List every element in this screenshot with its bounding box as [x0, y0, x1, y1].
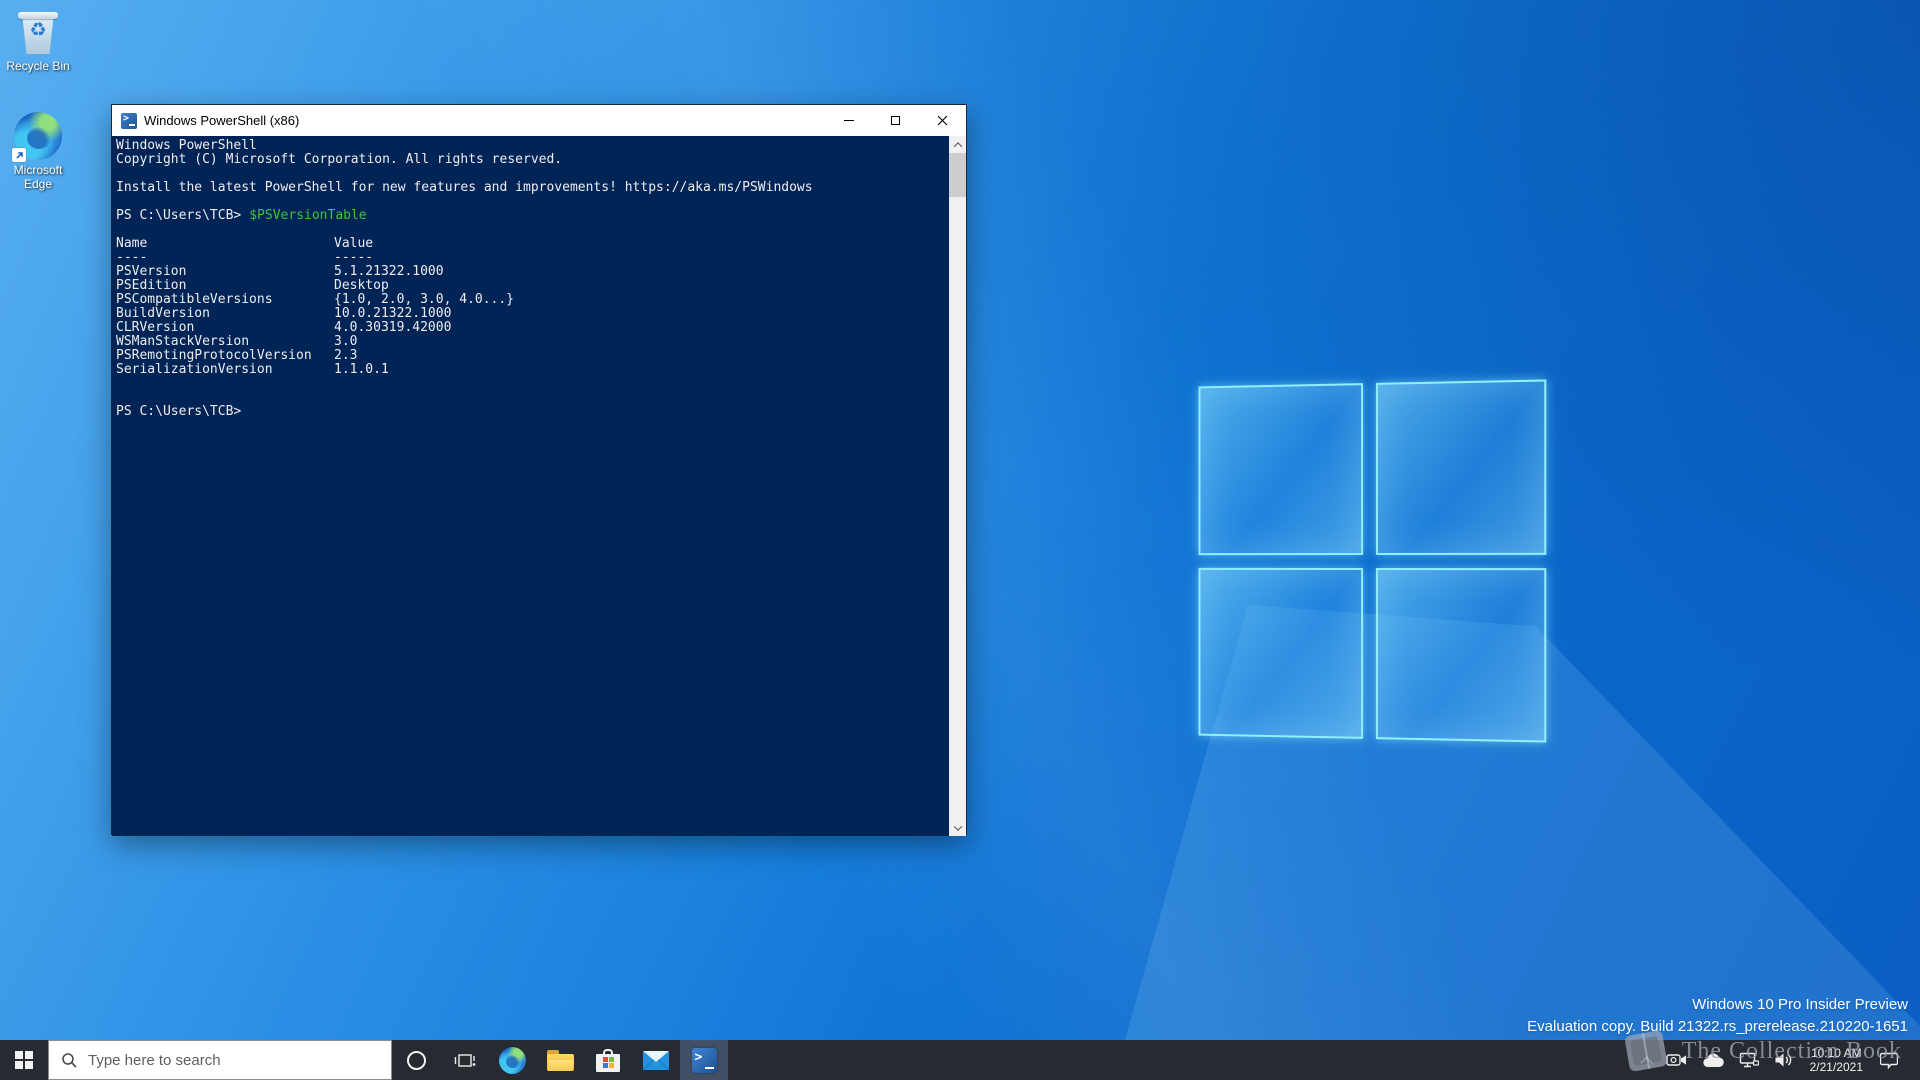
shortcut-arrow-icon	[12, 148, 26, 162]
table-row: PSEditionDesktop	[116, 279, 945, 293]
table-row: PSRemotingProtocolVersion2.3	[116, 349, 945, 363]
action-center-icon	[1880, 1052, 1898, 1069]
microsoft-store-icon	[596, 1049, 620, 1072]
scrollbar-thumb[interactable]	[949, 153, 966, 197]
console-line: Copyright (C) Microsoft Corporation. All…	[116, 153, 945, 167]
file-explorer-icon	[547, 1050, 574, 1071]
taskbar-powershell-button[interactable]: >	[680, 1040, 728, 1080]
chevron-up-icon	[1640, 1056, 1653, 1069]
recycle-bin-icon: ♻	[16, 8, 60, 56]
task-view-button[interactable]	[440, 1040, 488, 1080]
powershell-window: > Windows PowerShell (x86) Windows Power…	[111, 104, 967, 835]
console-prompt-line: PS C:\Users\TCB>	[116, 405, 945, 419]
onedrive-cloud-icon	[1702, 1053, 1724, 1068]
meet-now-button[interactable]	[1663, 1040, 1690, 1080]
windows-logo-pane	[1199, 567, 1363, 738]
search-input[interactable]	[88, 1052, 391, 1069]
taskbar-search[interactable]	[48, 1040, 392, 1080]
search-icon	[61, 1052, 78, 1069]
taskbar-store-button[interactable]	[584, 1040, 632, 1080]
windows-logo-pane	[1375, 379, 1546, 554]
ps-version-table-rows: PSVersion5.1.21322.1000PSEditionDesktopP…	[116, 265, 945, 377]
taskbar-clock[interactable]: 10:10 AM 2/21/2021	[1805, 1046, 1868, 1074]
start-button[interactable]	[0, 1040, 48, 1080]
insider-build-watermark: Windows 10 Pro Insider Preview Evaluatio…	[1527, 994, 1908, 1038]
prompt: PS C:\Users\TCB>	[116, 209, 241, 223]
minimize-button[interactable]	[825, 105, 872, 136]
meet-now-camera-icon	[1666, 1052, 1687, 1068]
clock-date: 2/21/2021	[1810, 1060, 1863, 1074]
watermark-line: Windows 10 Pro Insider Preview	[1527, 994, 1908, 1016]
scroll-down-icon[interactable]	[949, 820, 966, 835]
table-row: PSCompatibleVersions{1.0, 2.0, 3.0, 4.0.…	[116, 293, 945, 307]
table-row: CLRVersion4.0.30319.42000	[116, 321, 945, 335]
table-underline: ---------	[116, 251, 945, 265]
edge-icon	[499, 1047, 526, 1074]
volume-button[interactable]	[1771, 1040, 1796, 1080]
recycle-symbol: ♻	[16, 21, 60, 40]
taskbar-empty-area	[728, 1040, 1639, 1080]
taskbar: >	[0, 1040, 1920, 1080]
network-button[interactable]	[1736, 1040, 1762, 1080]
console-command-line: PS C:\Users\TCB> $PSVersionTable	[116, 209, 945, 223]
cortana-button[interactable]	[392, 1040, 440, 1080]
taskbar-edge-button[interactable]	[488, 1040, 536, 1080]
powershell-icon: >	[121, 113, 137, 129]
console-line: Windows PowerShell	[116, 139, 945, 153]
minimize-icon	[844, 120, 854, 121]
maximize-button[interactable]	[872, 105, 919, 136]
clock-time: 10:10 AM	[1810, 1046, 1863, 1060]
edge-icon	[14, 112, 62, 160]
scroll-up-icon[interactable]	[949, 137, 966, 152]
desktop-icon-label: Recycle Bin	[6, 59, 69, 73]
windows-logo-pane	[1375, 568, 1546, 743]
table-row: BuildVersion10.0.21322.1000	[116, 307, 945, 321]
window-titlebar[interactable]: > Windows PowerShell (x86)	[112, 105, 966, 136]
table-header: NameValue	[116, 237, 945, 251]
action-center-button[interactable]	[1877, 1040, 1901, 1080]
powershell-icon: >	[692, 1048, 717, 1073]
windows-start-icon	[15, 1051, 33, 1069]
close-icon	[937, 115, 948, 126]
table-row: PSVersion5.1.21322.1000	[116, 265, 945, 279]
prompt: PS C:\Users\TCB>	[116, 405, 241, 419]
close-button[interactable]	[919, 105, 966, 136]
desktop-icon-microsoft-edge[interactable]: Microsoft Edge	[0, 112, 76, 191]
desktop-icon-label: Microsoft Edge	[14, 163, 63, 191]
taskbar-file-explorer-button[interactable]	[536, 1040, 584, 1080]
window-title: Windows PowerShell (x86)	[144, 113, 825, 128]
console-output: Windows PowerShell Copyright (C) Microso…	[116, 139, 945, 419]
desktop: ♻ Recycle Bin Microsoft Edge Windows 10 …	[0, 0, 1920, 1080]
typed-command: $PSVersionTable	[249, 209, 366, 223]
table-row: WSManStackVersion3.0	[116, 335, 945, 349]
speaker-icon	[1774, 1052, 1793, 1068]
console-scrollbar[interactable]	[949, 136, 966, 836]
taskbar-mail-button[interactable]	[632, 1040, 680, 1080]
windows-hero-logo	[1199, 379, 1547, 742]
cortana-icon	[407, 1051, 426, 1070]
console-line: Install the latest PowerShell for new fe…	[116, 181, 945, 195]
console-area[interactable]: Windows PowerShell Copyright (C) Microso…	[112, 136, 966, 836]
mail-icon	[643, 1051, 669, 1070]
desktop-icon-recycle-bin[interactable]: ♻ Recycle Bin	[0, 8, 76, 73]
windows-logo-pane	[1199, 383, 1363, 554]
table-row: SerializationVersion1.1.0.1	[116, 363, 945, 377]
task-view-icon	[453, 1051, 476, 1070]
maximize-icon	[891, 116, 900, 125]
watermark-line: Evaluation copy. Build 21322.rs_prerelea…	[1527, 1016, 1908, 1038]
onedrive-button[interactable]	[1699, 1040, 1727, 1080]
system-tray: 10:10 AM 2/21/2021	[1639, 1040, 1920, 1080]
network-icon	[1739, 1052, 1759, 1068]
hidden-icons-button[interactable]	[1639, 1040, 1654, 1080]
